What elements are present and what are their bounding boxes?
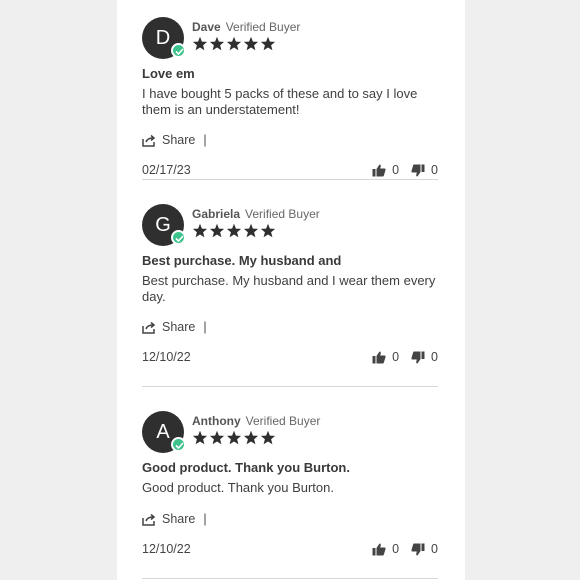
review-body: I have bought 5 packs of these and to sa… xyxy=(142,86,418,117)
star-icon xyxy=(192,430,208,445)
star-icon xyxy=(226,430,242,445)
divider xyxy=(142,578,438,579)
author-name: Anthony xyxy=(192,414,241,428)
star-rating xyxy=(192,36,276,51)
review-card: A Anthony Verified Buyer Good product. Th… xyxy=(142,411,438,580)
review-card: G Gabriela Verified Buyer Best purchase. … xyxy=(142,204,438,394)
review-date: 02/17/23 xyxy=(142,163,191,177)
vote-controls: 0 0 xyxy=(372,163,438,177)
downvote-count: 0 xyxy=(431,350,438,364)
divider xyxy=(142,179,438,180)
thumbs-up-icon[interactable] xyxy=(372,543,386,556)
avatar-initial: D xyxy=(155,27,171,49)
upvote-count: 0 xyxy=(392,350,400,364)
downvote-count: 0 xyxy=(431,542,438,556)
reviewer-name: Dave Verified Buyer xyxy=(192,20,300,34)
verified-buyer-label: Verified Buyer xyxy=(245,207,320,221)
upvote-count: 0 xyxy=(392,542,400,556)
verified-buyer-label: Verified Buyer xyxy=(245,414,321,428)
star-icon xyxy=(209,430,225,445)
thumbs-down-icon[interactable] xyxy=(411,164,425,177)
review-card: D Dave Verified Buyer Love em I have boug… xyxy=(142,17,438,187)
share-icon xyxy=(142,513,156,526)
upvote-count: 0 xyxy=(392,163,400,177)
separator: | xyxy=(203,133,207,147)
share-button[interactable]: Share | xyxy=(142,133,207,147)
share-label: Share xyxy=(162,512,196,526)
author-name: Gabriela xyxy=(192,207,241,221)
thumbs-down-icon[interactable] xyxy=(411,351,425,364)
star-icon xyxy=(260,430,276,445)
avatar-initial: G xyxy=(155,214,171,236)
vote-controls: 0 0 xyxy=(372,350,438,364)
star-icon xyxy=(226,223,242,238)
review-date: 12/10/22 xyxy=(142,350,191,364)
share-label: Share xyxy=(162,320,196,334)
share-button[interactable]: Share | xyxy=(142,320,207,334)
reviewer-name: Anthony Verified Buyer xyxy=(192,414,320,428)
reviewer-name: Gabriela Verified Buyer xyxy=(192,207,320,221)
star-icon xyxy=(209,223,225,238)
avatar-initial: A xyxy=(156,421,170,443)
share-icon xyxy=(142,321,156,334)
star-icon xyxy=(209,36,225,51)
divider xyxy=(142,386,438,387)
review-title: Love em xyxy=(142,66,195,81)
star-icon xyxy=(243,223,259,238)
star-icon xyxy=(226,36,242,51)
share-button[interactable]: Share | xyxy=(142,512,207,526)
star-icon xyxy=(243,430,259,445)
downvote-count: 0 xyxy=(431,163,438,177)
thumbs-down-icon[interactable] xyxy=(411,543,425,556)
verified-check-icon xyxy=(171,230,186,245)
author-name: Dave xyxy=(192,20,221,34)
review-body: Good product. Thank you Burton. xyxy=(142,480,334,495)
vote-controls: 0 0 xyxy=(372,542,438,556)
verified-check-icon xyxy=(171,43,186,58)
star-icon xyxy=(260,223,276,238)
review-body: Best purchase. My husband and I wear the… xyxy=(142,273,436,304)
verified-buyer-label: Verified Buyer xyxy=(225,20,301,34)
review-title: Best purchase. My husband and xyxy=(142,253,342,268)
star-icon xyxy=(243,36,259,51)
thumbs-up-icon[interactable] xyxy=(372,164,386,177)
star-icon xyxy=(260,36,276,51)
review-date: 12/10/22 xyxy=(142,542,191,556)
verified-check-icon xyxy=(171,437,186,452)
share-icon xyxy=(142,134,156,147)
share-label: Share xyxy=(162,133,196,147)
review-title: Good product. Thank you Burton. xyxy=(142,460,350,475)
star-rating xyxy=(192,223,276,238)
separator: | xyxy=(203,320,207,334)
star-icon xyxy=(192,223,208,238)
star-rating xyxy=(192,430,276,445)
star-icon xyxy=(192,36,208,51)
separator: | xyxy=(203,512,207,526)
thumbs-up-icon[interactable] xyxy=(372,351,386,364)
